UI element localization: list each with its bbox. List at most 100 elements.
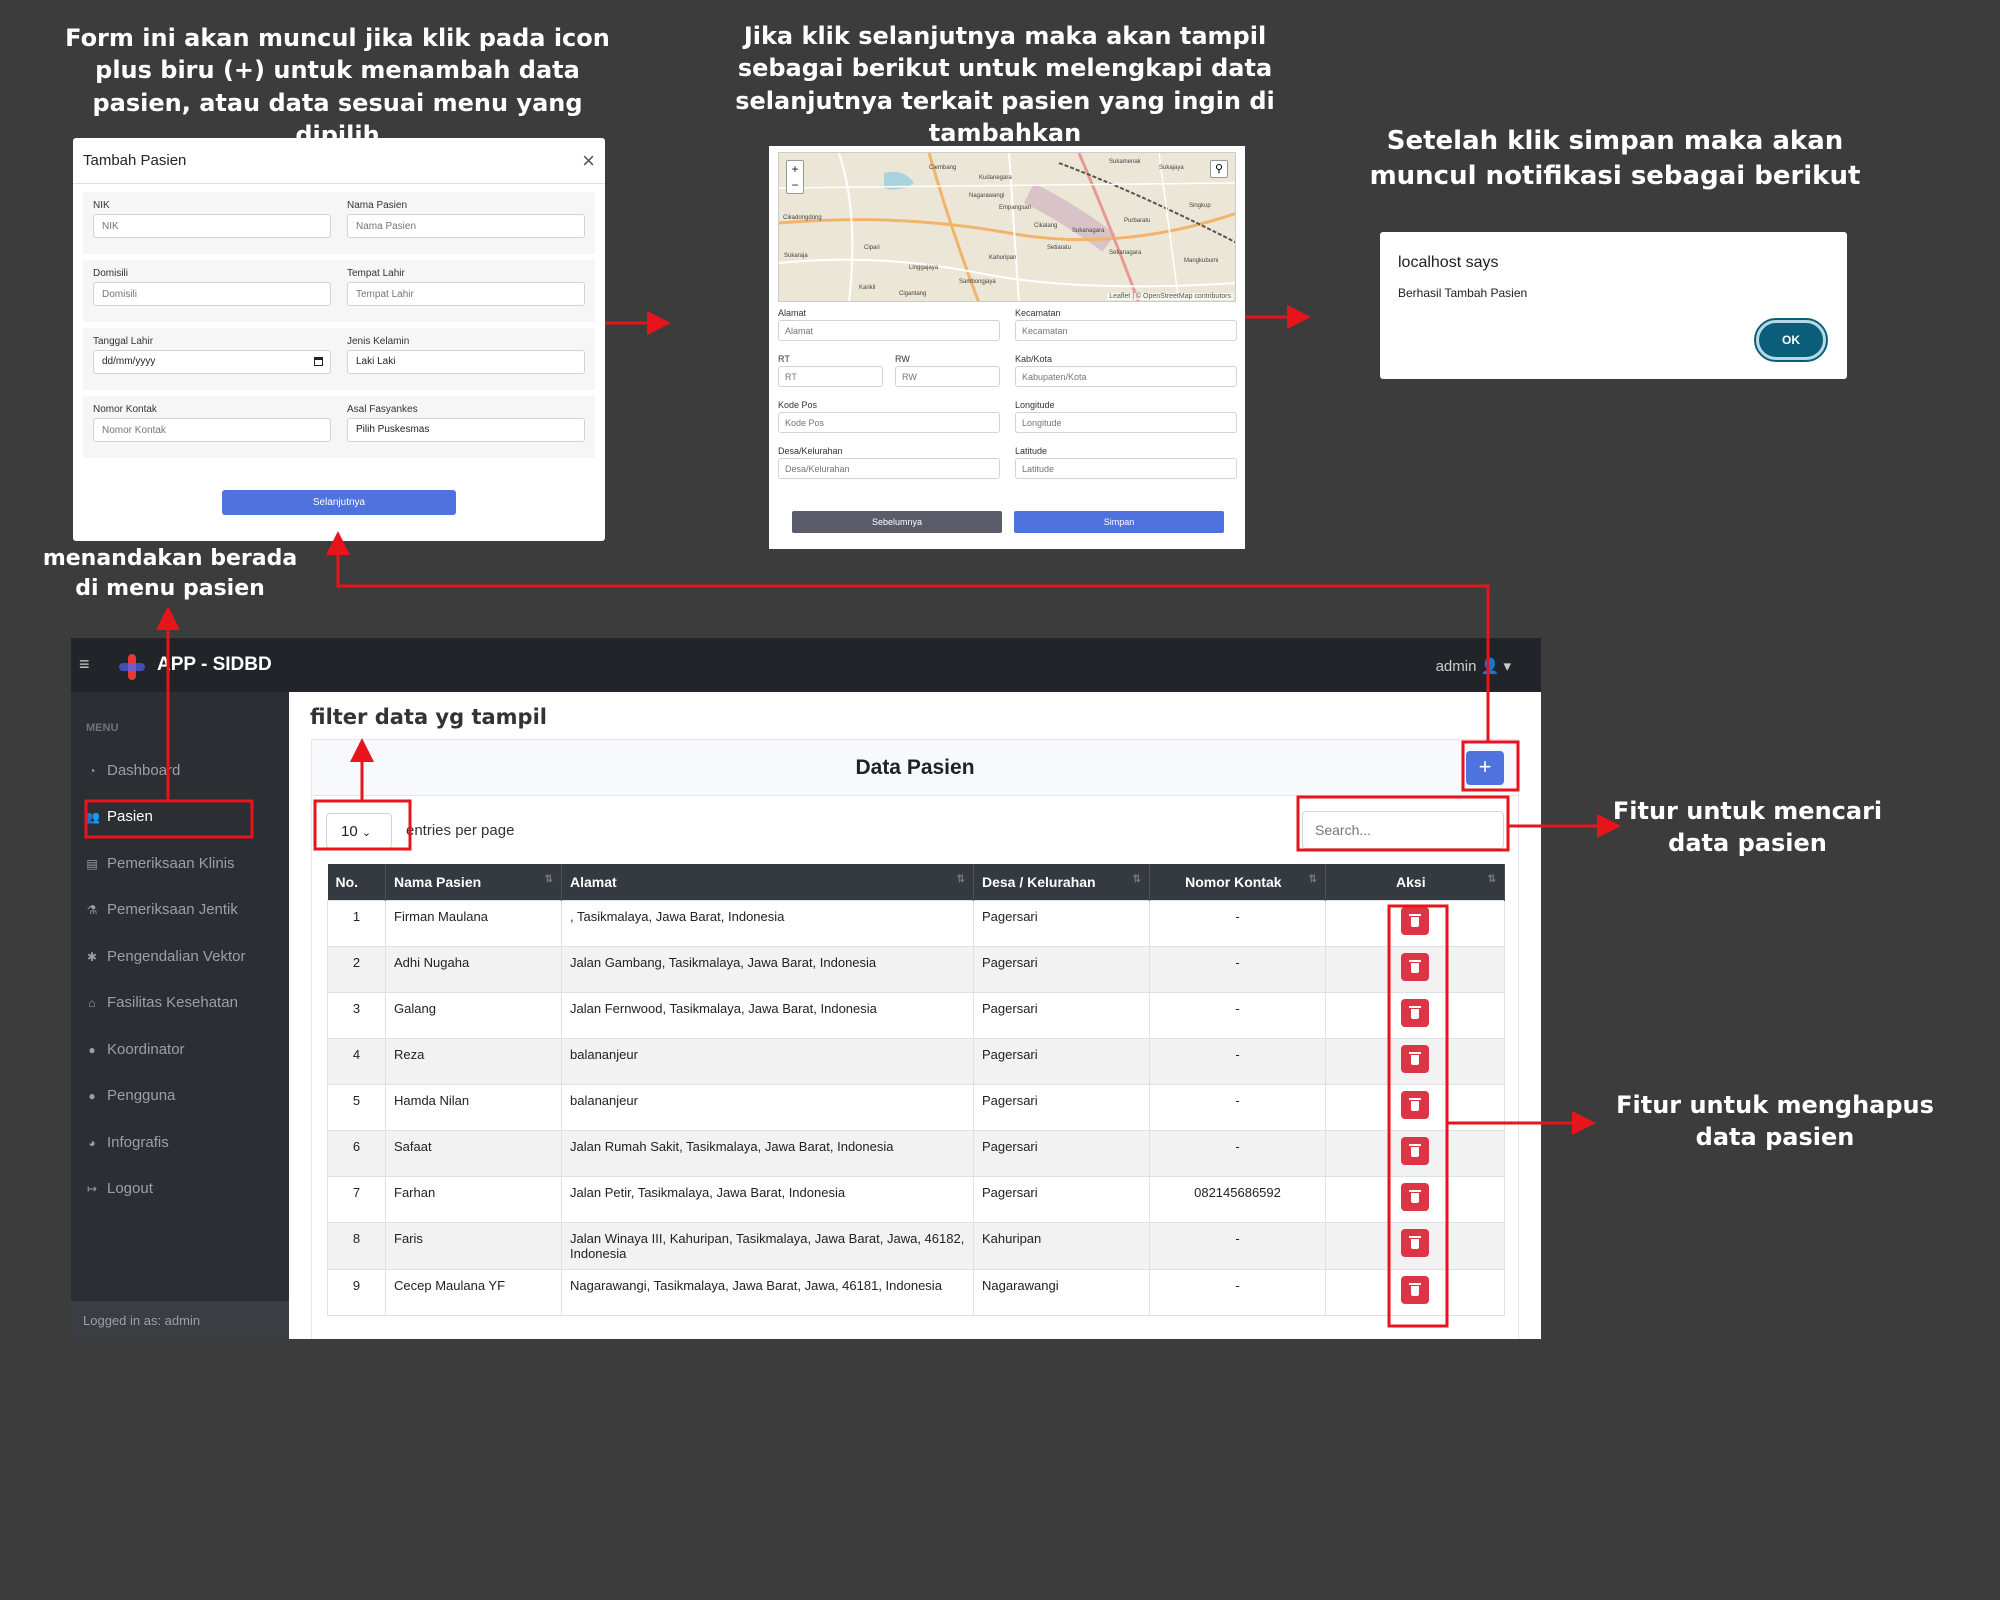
cell-desa: Pagersari: [973, 1037, 1150, 1085]
sidebar-item-label: Koordinator: [107, 1041, 185, 1058]
sort-icon: ⇅: [956, 873, 965, 885]
sidebar-item-pengendalian-vektor[interactable]: ✱ Pengendalian Vektor: [85, 948, 245, 965]
menu-heading: MENU: [86, 722, 119, 734]
delete-trash-icon[interactable]: [1401, 1044, 1429, 1073]
rt-input[interactable]: [778, 366, 883, 387]
sidebar-item-label: Pemeriksaan Jentik: [107, 901, 238, 918]
sidebar-item-pengguna[interactable]: ● Pengguna: [85, 1087, 175, 1104]
cell-alamat: balananjeur: [561, 1037, 974, 1085]
sidebar-item-label: Dashboard: [107, 762, 181, 779]
desa-input[interactable]: [778, 458, 1000, 479]
nik-input[interactable]: [93, 214, 331, 238]
column-header-desa[interactable]: Desa / Kelurahan ⇅: [973, 864, 1150, 900]
table-row: 6 Safaat Jalan Rumah Sakit, Tasikmalaya, J…: [327, 1129, 1505, 1177]
sidebar-item-pemeriksaan-klinis[interactable]: ▤ Pemeriksaan Klinis: [85, 855, 235, 872]
longitude-label: Longitude: [1015, 400, 1055, 410]
desa-label: Desa/Kelurahan: [778, 446, 843, 456]
asal-fasyankes-label: Asal Fasyankes: [347, 404, 418, 415]
delete-trash-icon[interactable]: [1401, 952, 1429, 981]
column-header-kontak[interactable]: Nomor Kontak ⇅: [1149, 864, 1326, 900]
alamat-input[interactable]: [778, 320, 1000, 341]
cell-alamat: Jalan Petir, Tasikmalaya, Jawa Barat, In…: [561, 1175, 974, 1223]
hamburger-menu-icon[interactable]: ≡: [79, 654, 90, 675]
entries-per-page-select[interactable]: 10 ⌄: [326, 813, 392, 849]
rw-label: RW: [895, 354, 910, 364]
column-header-label: Desa / Kelurahan: [982, 873, 1096, 890]
nomor-kontak-input[interactable]: [93, 418, 331, 442]
next-button[interactable]: Selanjutnya: [222, 490, 456, 515]
column-header-aksi[interactable]: Aksi ⇅: [1325, 864, 1505, 900]
cell-aksi: [1325, 1083, 1505, 1131]
alert-message: Berhasil Tambah Pasien: [1398, 286, 1528, 300]
domisili-input[interactable]: [93, 282, 331, 306]
kecamatan-input[interactable]: [1015, 320, 1237, 341]
user-group-icon: ●: [88, 1088, 96, 1103]
sidebar-item-pemeriksaan-jentik[interactable]: ⚗ Pemeriksaan Jentik: [85, 901, 238, 918]
previous-button[interactable]: Sebelumnya: [792, 511, 1002, 533]
kodepos-input[interactable]: [778, 412, 1000, 433]
sidebar-item-label: Fasilitas Kesehatan: [107, 994, 238, 1011]
sidebar-item-label: Pemeriksaan Klinis: [107, 855, 235, 872]
annotation-next-info: Jika klik selanjutnya maka akan tampil s…: [735, 22, 1275, 148]
sidebar-item-fasilitas-kesehatan[interactable]: ⌂ Fasilitas Kesehatan: [85, 994, 238, 1011]
jenis-kelamin-label: Jenis Kelamin: [347, 336, 410, 347]
delete-trash-icon[interactable]: [1401, 1228, 1429, 1257]
cell-no: 5: [327, 1083, 386, 1131]
column-header-nama[interactable]: Nama Pasien ⇅: [385, 864, 562, 900]
map-search-icon[interactable]: ⚲: [1210, 160, 1228, 178]
cell-alamat: , Tasikmalaya, Jawa Barat, Indonesia: [561, 899, 974, 947]
calendar-icon[interactable]: [314, 357, 323, 366]
delete-trash-icon[interactable]: [1401, 998, 1429, 1027]
cell-aksi: [1325, 899, 1505, 947]
column-header-no[interactable]: No.: [327, 864, 386, 900]
delete-trash-icon[interactable]: [1401, 906, 1429, 935]
nama-input[interactable]: [347, 214, 585, 238]
column-header-label: Nama Pasien: [394, 873, 482, 890]
zoom-out-icon[interactable]: −: [787, 177, 803, 193]
location-map[interactable]: Ciembang Sukamenak Sukajaya Kudanegara N…: [778, 152, 1236, 302]
cell-no: 4: [327, 1037, 386, 1085]
jenis-kelamin-select[interactable]: Laki Laki: [347, 350, 585, 374]
add-patient-button[interactable]: +: [1466, 751, 1504, 785]
sidebar-item-dashboard[interactable]: ◔ Dashboard: [85, 762, 180, 779]
tanggal-lahir-input[interactable]: dd/mm/yyyy: [93, 350, 331, 374]
table-header-row: No. Nama Pasien ⇅ Alamat ⇅ Desa / Keluraha…: [327, 864, 1505, 900]
tempat-lahir-input[interactable]: [347, 282, 585, 306]
sidebar-item-pasien[interactable]: 👥 Pasien: [85, 808, 153, 825]
close-icon[interactable]: ×: [582, 148, 595, 174]
cell-kontak: -: [1149, 1037, 1326, 1085]
rw-input[interactable]: [895, 366, 1000, 387]
cell-desa: Pagersari: [973, 899, 1150, 947]
latitude-input[interactable]: [1015, 458, 1237, 479]
sidebar-item-logout[interactable]: ↦ Logout: [85, 1180, 153, 1197]
kabkota-input[interactable]: [1015, 366, 1237, 387]
asal-fasyankes-select[interactable]: Pilih Puskesmas: [347, 418, 585, 442]
bug-icon: ✱: [86, 949, 98, 964]
user-menu[interactable]: admin 👤 ▾: [1436, 657, 1511, 675]
chevron-down-icon: ⌄: [361, 827, 372, 839]
domisili-label: Domisili: [93, 268, 128, 279]
save-button[interactable]: Simpan: [1014, 511, 1224, 533]
map-label: Mangkubumi: [1184, 258, 1219, 264]
app-brand[interactable]: APP - SIDBD: [157, 654, 272, 676]
longitude-input[interactable]: [1015, 412, 1237, 433]
alert-ok-button[interactable]: OK: [1754, 318, 1828, 362]
column-header-alamat[interactable]: Alamat ⇅: [561, 864, 974, 900]
delete-trash-icon[interactable]: [1401, 1136, 1429, 1165]
delete-trash-icon[interactable]: [1401, 1090, 1429, 1119]
cell-aksi: [1325, 1221, 1505, 1270]
user-icon: 👤: [1480, 658, 1500, 675]
sidebar-item-koordinator[interactable]: ● Koordinator: [85, 1041, 185, 1058]
table-row: 5 Hamda Nilan balananjeur Pagersari -: [327, 1083, 1505, 1131]
delete-trash-icon[interactable]: [1401, 1275, 1429, 1304]
sidebar-item-infografis[interactable]: ◕ Infografis: [85, 1134, 169, 1151]
zoom-in-icon[interactable]: +: [787, 161, 803, 177]
cell-alamat: Jalan Gambang, Tasikmalaya, Jawa Barat, …: [561, 945, 974, 993]
cell-nama: Firman Maulana: [385, 899, 562, 947]
search-input[interactable]: [1302, 811, 1504, 849]
sidebar-item-label: Infografis: [107, 1134, 169, 1151]
map-zoom-control[interactable]: + −: [786, 160, 804, 194]
delete-trash-icon[interactable]: [1401, 1182, 1429, 1211]
cell-kontak: 082145686592: [1149, 1175, 1326, 1223]
users-icon: 👥: [85, 809, 100, 824]
